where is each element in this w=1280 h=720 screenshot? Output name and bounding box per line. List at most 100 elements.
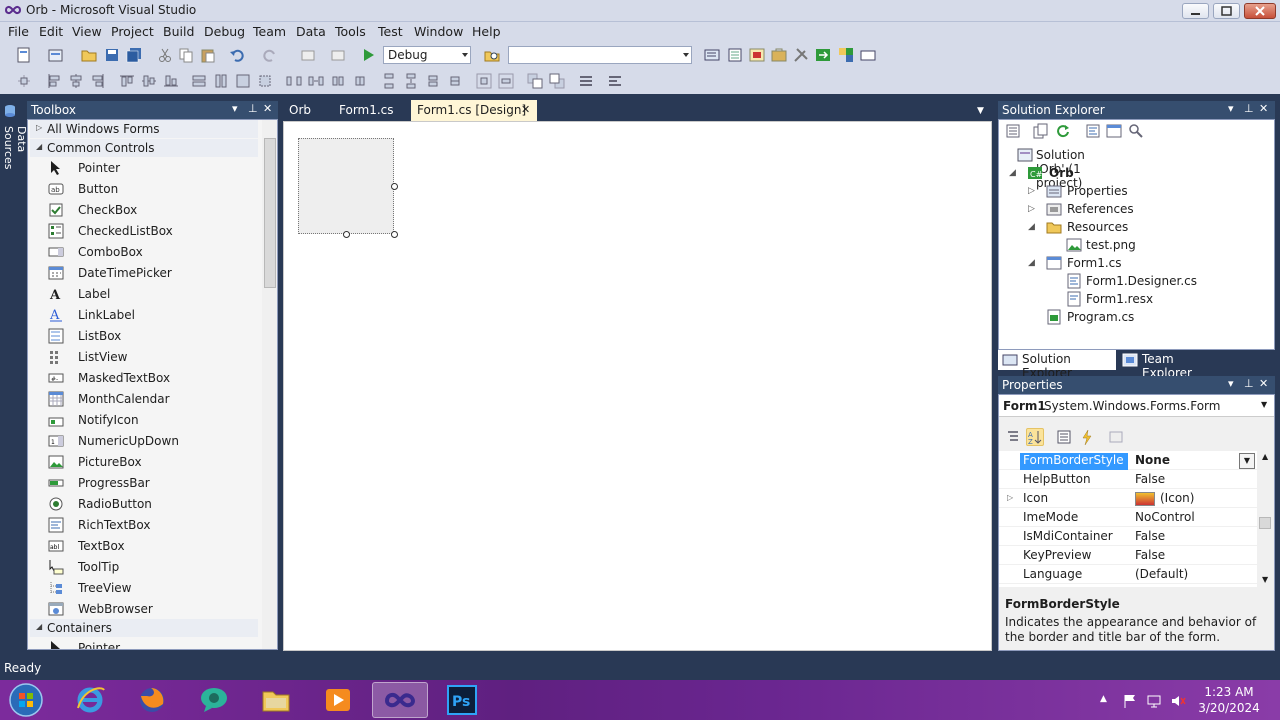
resize-handle-bottom-right[interactable]	[391, 231, 398, 238]
remove-vertical-spacing-icon[interactable]	[447, 73, 463, 89]
horizontal-spacing-equal-icon[interactable]	[286, 73, 302, 89]
align-bottoms-icon[interactable]	[163, 73, 179, 89]
resize-handle-right[interactable]	[391, 183, 398, 190]
increase-horizontal-spacing-icon[interactable]	[308, 73, 324, 89]
refresh-icon[interactable]	[1055, 123, 1071, 139]
menu-test[interactable]: Test	[375, 24, 406, 39]
properties-close-icon[interactable]: ✕	[1259, 377, 1268, 390]
toolbox-item-button[interactable]: ab Button	[48, 179, 248, 200]
menu-team[interactable]: Team	[250, 24, 289, 39]
properties-window-icon[interactable]	[727, 47, 743, 63]
save-all-icon[interactable]	[126, 47, 142, 63]
make-same-height-icon[interactable]	[213, 73, 229, 89]
minimize-button[interactable]	[1182, 3, 1209, 19]
solution-explorer-close-icon[interactable]: ✕	[1259, 102, 1268, 115]
toolbox-item-pointer[interactable]: Pointer	[48, 158, 248, 179]
toolbox-window-icon[interactable]	[771, 47, 787, 63]
property-row-ismdicontainer[interactable]: IsMdiContainer False	[999, 527, 1257, 546]
navigate-forward-icon[interactable]	[330, 47, 346, 63]
toolbox-item-listbox[interactable]: ListBox	[48, 326, 248, 347]
start-debugging-icon[interactable]	[360, 47, 376, 63]
action-center-flag-icon[interactable]	[1122, 693, 1138, 709]
remove-horizontal-spacing-icon[interactable]	[352, 73, 368, 89]
properties-view-icon[interactable]	[1055, 428, 1073, 446]
toolbox-item-progressbar[interactable]: ProgressBar	[48, 473, 248, 494]
align-centers-icon[interactable]	[68, 73, 84, 89]
form-designer-surface[interactable]	[283, 121, 992, 651]
data-sources-side-tab[interactable]: Data Sources	[0, 102, 28, 192]
toolbox-item-textbox[interactable]: abl TextBox	[48, 536, 248, 557]
toolbox-scrollbar[interactable]	[262, 120, 277, 649]
toolbox-scrollbar-thumb[interactable]	[264, 138, 276, 288]
taskbar-photoshop[interactable]: Ps	[434, 682, 490, 718]
tab-team-explorer[interactable]: Team Explorer	[1118, 350, 1228, 380]
taskbar-visual-studio[interactable]	[372, 682, 428, 718]
toolbox-item-treeview[interactable]: TreeView	[48, 578, 248, 599]
command-window-icon[interactable]	[860, 47, 876, 63]
find-in-files-icon[interactable]	[484, 47, 500, 63]
toolbox-item-linklabel[interactable]: A LinkLabel	[48, 305, 248, 326]
new-project-icon[interactable]	[16, 47, 32, 63]
menu-tools[interactable]: Tools	[332, 24, 369, 39]
properties-options-dropdown-icon[interactable]: ▾	[1228, 377, 1234, 390]
network-icon[interactable]	[1146, 693, 1162, 709]
toolbox-group-containers[interactable]: ◢ Containers	[30, 619, 258, 637]
view-code-icon[interactable]	[1085, 123, 1101, 139]
menu-data[interactable]: Data	[293, 24, 329, 39]
volume-muted-icon[interactable]	[1170, 693, 1186, 709]
align-tops-icon[interactable]	[119, 73, 135, 89]
menu-view[interactable]: View	[69, 24, 105, 39]
properties-toolbar-icon[interactable]	[1005, 123, 1021, 139]
scroll-down-icon[interactable]: ▼	[1262, 575, 1268, 584]
window-title-bar[interactable]: Orb - Microsoft Visual Studio	[0, 0, 1280, 22]
solution-explorer-icon[interactable]	[704, 47, 720, 63]
toolbox-item-monthcalendar[interactable]: MonthCalendar	[48, 389, 248, 410]
properties-pin-icon[interactable]: ⊥	[1244, 377, 1254, 390]
system-clock[interactable]: 1:23 AM 3/20/2024	[1196, 684, 1262, 716]
scroll-up-icon[interactable]: ▲	[1262, 452, 1268, 461]
toolbox-item-checkedlistbox[interactable]: CheckedListBox	[48, 221, 248, 242]
toolbox-item-combobox[interactable]: ComboBox	[48, 242, 248, 263]
menu-build[interactable]: Build	[160, 24, 197, 39]
add-item-icon[interactable]	[48, 47, 64, 63]
cut-icon[interactable]	[157, 47, 173, 63]
copy-icon[interactable]	[178, 47, 194, 63]
property-row-imemode[interactable]: ImeMode NoControl	[999, 508, 1257, 527]
solution-configuration-dropdown[interactable]: Debug	[383, 46, 471, 64]
align-middles-icon[interactable]	[141, 73, 157, 89]
menu-window[interactable]: Window	[411, 24, 466, 39]
center-vertically-icon[interactable]	[498, 73, 514, 89]
property-row-keypreview[interactable]: KeyPreview False	[999, 546, 1257, 565]
extension-manager-icon[interactable]	[838, 47, 854, 63]
view-designer-icon[interactable]	[1106, 123, 1122, 139]
expand-arrow-icon[interactable]: ▷	[1007, 493, 1013, 502]
menu-edit[interactable]: Edit	[36, 24, 66, 39]
find-combo[interactable]	[508, 46, 692, 64]
start-page-icon[interactable]	[815, 47, 831, 63]
taskbar-media-player[interactable]	[310, 682, 366, 718]
toolbox-item-numericupdown[interactable]: 1 NumericUpDown	[48, 431, 248, 452]
align-lefts-icon[interactable]	[46, 73, 62, 89]
tab-overflow-dropdown-icon[interactable]: ▼	[977, 106, 984, 116]
decrease-horizontal-spacing-icon[interactable]	[330, 73, 346, 89]
toolbox-group-common-controls[interactable]: ◢ Common Controls	[30, 139, 258, 157]
close-window-button[interactable]	[1244, 3, 1276, 19]
toolbox-pin-icon[interactable]: ⊥	[248, 102, 258, 115]
align-to-grid-icon[interactable]	[16, 73, 32, 89]
property-grid-scrollbar-thumb[interactable]	[1259, 517, 1271, 529]
show-hidden-icons-icon[interactable]: ▲	[1100, 694, 1116, 710]
maximize-button[interactable]	[1213, 3, 1240, 19]
toolbox-options-dropdown-icon[interactable]: ▾	[232, 102, 238, 115]
tools-icon[interactable]	[793, 47, 809, 63]
solution-explorer-pin-icon[interactable]: ⊥	[1244, 102, 1254, 115]
alphabetical-icon[interactable]: AZ	[1026, 428, 1044, 446]
taskbar-file-explorer[interactable]	[248, 682, 304, 718]
tab-form1-design[interactable]: Form1.cs [Design] ✕	[411, 100, 537, 121]
menu-file[interactable]: File	[5, 24, 32, 39]
view-class-diagram-icon[interactable]	[1128, 123, 1144, 139]
taskbar-internet-explorer[interactable]	[62, 682, 118, 718]
toolbox-item-tooltip[interactable]: ToolTip	[48, 557, 248, 578]
object-browser-icon[interactable]	[749, 47, 765, 63]
tab-order-icon[interactable]	[578, 73, 594, 89]
toolbox-item-radiobutton[interactable]: RadioButton	[48, 494, 248, 515]
